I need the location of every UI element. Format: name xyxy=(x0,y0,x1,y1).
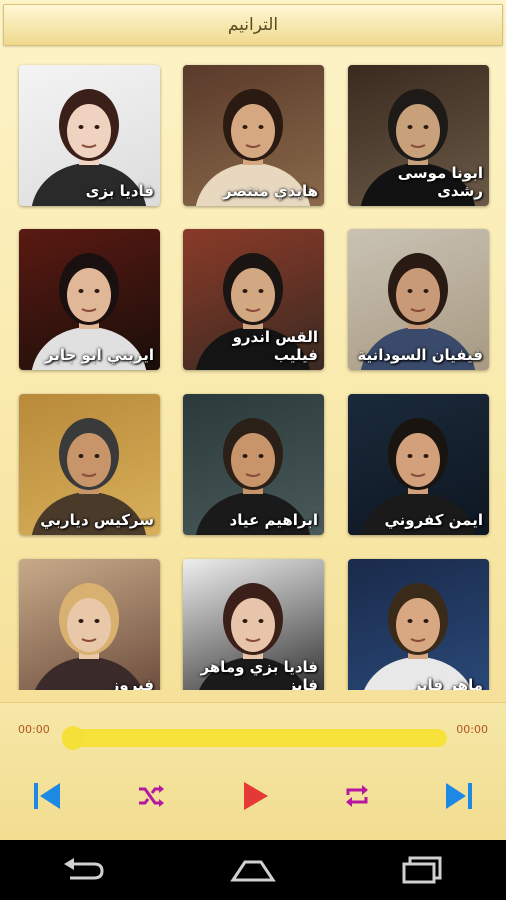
shuffle-button[interactable] xyxy=(134,779,168,813)
artist-tile[interactable]: ماهر فايز xyxy=(348,559,489,690)
app-title: الترانيم xyxy=(227,15,279,35)
artist-tile[interactable]: سركيس دياربي xyxy=(19,394,160,535)
artist-tile[interactable]: فاديا بزي وماهر فايز xyxy=(183,559,324,690)
artist-grid: ابونا موسى رشدى هايدي منتصر فاديا بزى فيفيا… xyxy=(0,50,506,690)
artist-name: فاديا بزى xyxy=(85,182,154,200)
seek-bar-thumb[interactable] xyxy=(62,726,84,750)
shuffle-icon xyxy=(139,785,164,807)
artist-name: فاديا بزي وماهر فايز xyxy=(200,658,318,690)
play-button[interactable] xyxy=(238,779,272,813)
artist-tile[interactable]: ايريني ابو جابر xyxy=(19,229,160,370)
artist-tile[interactable]: فاديا بزى xyxy=(19,65,160,206)
artist-tile[interactable]: القس اندرو فيليب xyxy=(183,229,324,370)
previous-button[interactable] xyxy=(30,779,64,813)
artist-tile[interactable]: هايدي منتصر xyxy=(183,65,324,206)
artist-photo xyxy=(19,559,160,690)
system-navigation-bar xyxy=(0,840,506,900)
artist-name: ابراهيم عياد xyxy=(229,511,318,529)
artist-name: القس اندرو فيليب xyxy=(232,328,318,364)
artist-name: ايمن كفروني xyxy=(384,511,483,529)
seek-bar[interactable] xyxy=(62,726,447,750)
elapsed-time: 00:00 xyxy=(18,723,50,736)
artist-photo xyxy=(348,559,489,690)
artist-tile[interactable]: فيفيان السودانية xyxy=(348,229,489,370)
repeat-icon xyxy=(346,785,368,807)
nav-back-button[interactable] xyxy=(54,850,114,890)
artist-name: فيروز xyxy=(110,676,154,690)
next-button[interactable] xyxy=(442,779,476,813)
audio-player: 00:00 00:00 xyxy=(0,702,506,840)
recent-apps-icon xyxy=(402,856,442,884)
artist-name: فيفيان السودانية xyxy=(357,346,483,364)
skip-next-icon xyxy=(446,783,472,809)
skip-previous-icon xyxy=(34,783,60,809)
nav-home-button[interactable] xyxy=(223,850,283,890)
artist-name: سركيس دياربي xyxy=(40,511,154,529)
repeat-button[interactable] xyxy=(340,779,374,813)
artist-portrait xyxy=(364,583,472,690)
play-icon xyxy=(244,782,268,810)
artist-name: ايريني ابو جابر xyxy=(44,346,154,364)
artist-tile[interactable]: ابراهيم عياد xyxy=(183,394,324,535)
app-title-bar: الترانيم xyxy=(3,4,503,46)
artist-name: ابونا موسى رشدى xyxy=(397,164,483,200)
artist-name: ماهر فايز xyxy=(412,676,483,690)
back-icon xyxy=(64,858,104,880)
nav-recents-button[interactable] xyxy=(392,850,452,890)
total-time: 00:00 xyxy=(456,723,488,736)
artist-name: هايدي منتصر xyxy=(223,182,318,200)
artist-tile[interactable]: ايمن كفروني xyxy=(348,394,489,535)
artist-portrait xyxy=(35,583,143,690)
artist-tile[interactable]: فيروز xyxy=(19,559,160,690)
home-icon xyxy=(230,860,276,882)
artist-tile[interactable]: ابونا موسى رشدى xyxy=(348,65,489,206)
